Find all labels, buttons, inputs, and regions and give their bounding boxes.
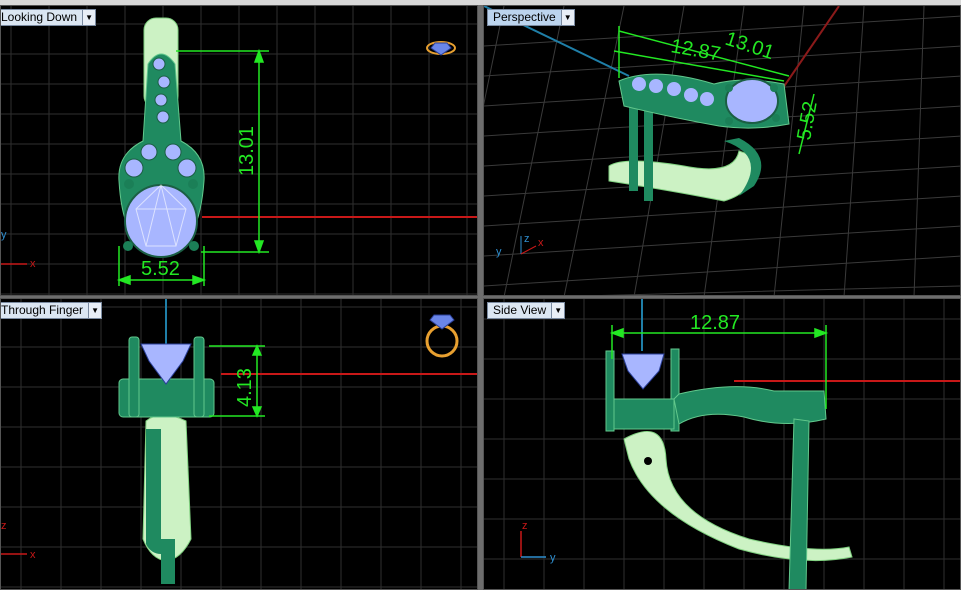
side-view-scene: 12.87 z y <box>484 299 960 589</box>
grid <box>1 299 477 589</box>
axis-x-label: x <box>30 258 36 270</box>
ring-icon <box>425 314 459 358</box>
dim-height: 4.13 <box>234 368 256 407</box>
viewport-title[interactable]: Perspective <box>487 9 562 26</box>
dropdown-arrow-icon[interactable]: ▼ <box>552 302 566 319</box>
center-gem <box>725 78 779 124</box>
viewport-through-finger[interactable]: 4.13 x z Through Finger ▼ <box>0 298 478 590</box>
viewport-label-looking-down[interactable]: Looking Down ▼ <box>1 9 97 26</box>
axis-y-label: y <box>1 229 7 241</box>
svg-text:y: y <box>496 246 502 258</box>
shank <box>623 430 853 562</box>
through-finger-scene: 4.13 x z <box>1 299 477 589</box>
svg-text:z: z <box>524 233 530 245</box>
viewport-title[interactable]: Side View <box>487 302 553 319</box>
viewport-looking-down[interactable]: 13.01 5.52 x y Looking Down ▼ <box>0 5 478 296</box>
svg-text:x: x <box>30 549 36 561</box>
band <box>673 386 827 425</box>
svg-text:x: x <box>538 237 544 249</box>
dropdown-arrow-icon[interactable]: ▼ <box>561 9 575 26</box>
center-gem <box>621 353 665 390</box>
dim-length: 12.87 <box>690 312 740 334</box>
dim-diag: 13.01 <box>722 28 776 64</box>
bottom-post <box>161 539 175 584</box>
viewport-perspective[interactable]: 12.87 13.01 5.52 z x y Perspective ▼ <box>483 5 961 296</box>
grid <box>484 299 960 589</box>
viewport-label-perspective[interactable]: Perspective ▼ <box>487 9 575 26</box>
dim-width: 5.52 <box>793 100 821 142</box>
looking-down-scene: 13.01 5.52 x y <box>1 6 477 295</box>
dim-length: 12.87 <box>669 35 722 65</box>
diamond-icon <box>426 41 456 56</box>
viewport-label-through-finger[interactable]: Through Finger ▼ <box>1 302 103 319</box>
center-gem <box>140 343 192 385</box>
viewport-title[interactable]: Looking Down <box>1 9 84 26</box>
svg-text:z: z <box>1 520 7 532</box>
svg-text:z: z <box>522 520 528 532</box>
perspective-scene: 12.87 13.01 5.52 z x y <box>484 6 960 295</box>
dropdown-arrow-icon[interactable]: ▼ <box>83 9 97 26</box>
svg-text:y: y <box>550 552 556 564</box>
viewport-label-side-view[interactable]: Side View ▼ <box>487 302 566 319</box>
perspective-grid <box>484 6 960 295</box>
viewport-title[interactable]: Through Finger <box>1 302 90 319</box>
viewport-side-view[interactable]: 12.87 z y Side View ▼ <box>483 298 961 590</box>
dropdown-arrow-icon[interactable]: ▼ <box>89 302 103 319</box>
dim-length: 13.01 <box>236 126 258 176</box>
dim-width: 5.52 <box>141 258 180 280</box>
